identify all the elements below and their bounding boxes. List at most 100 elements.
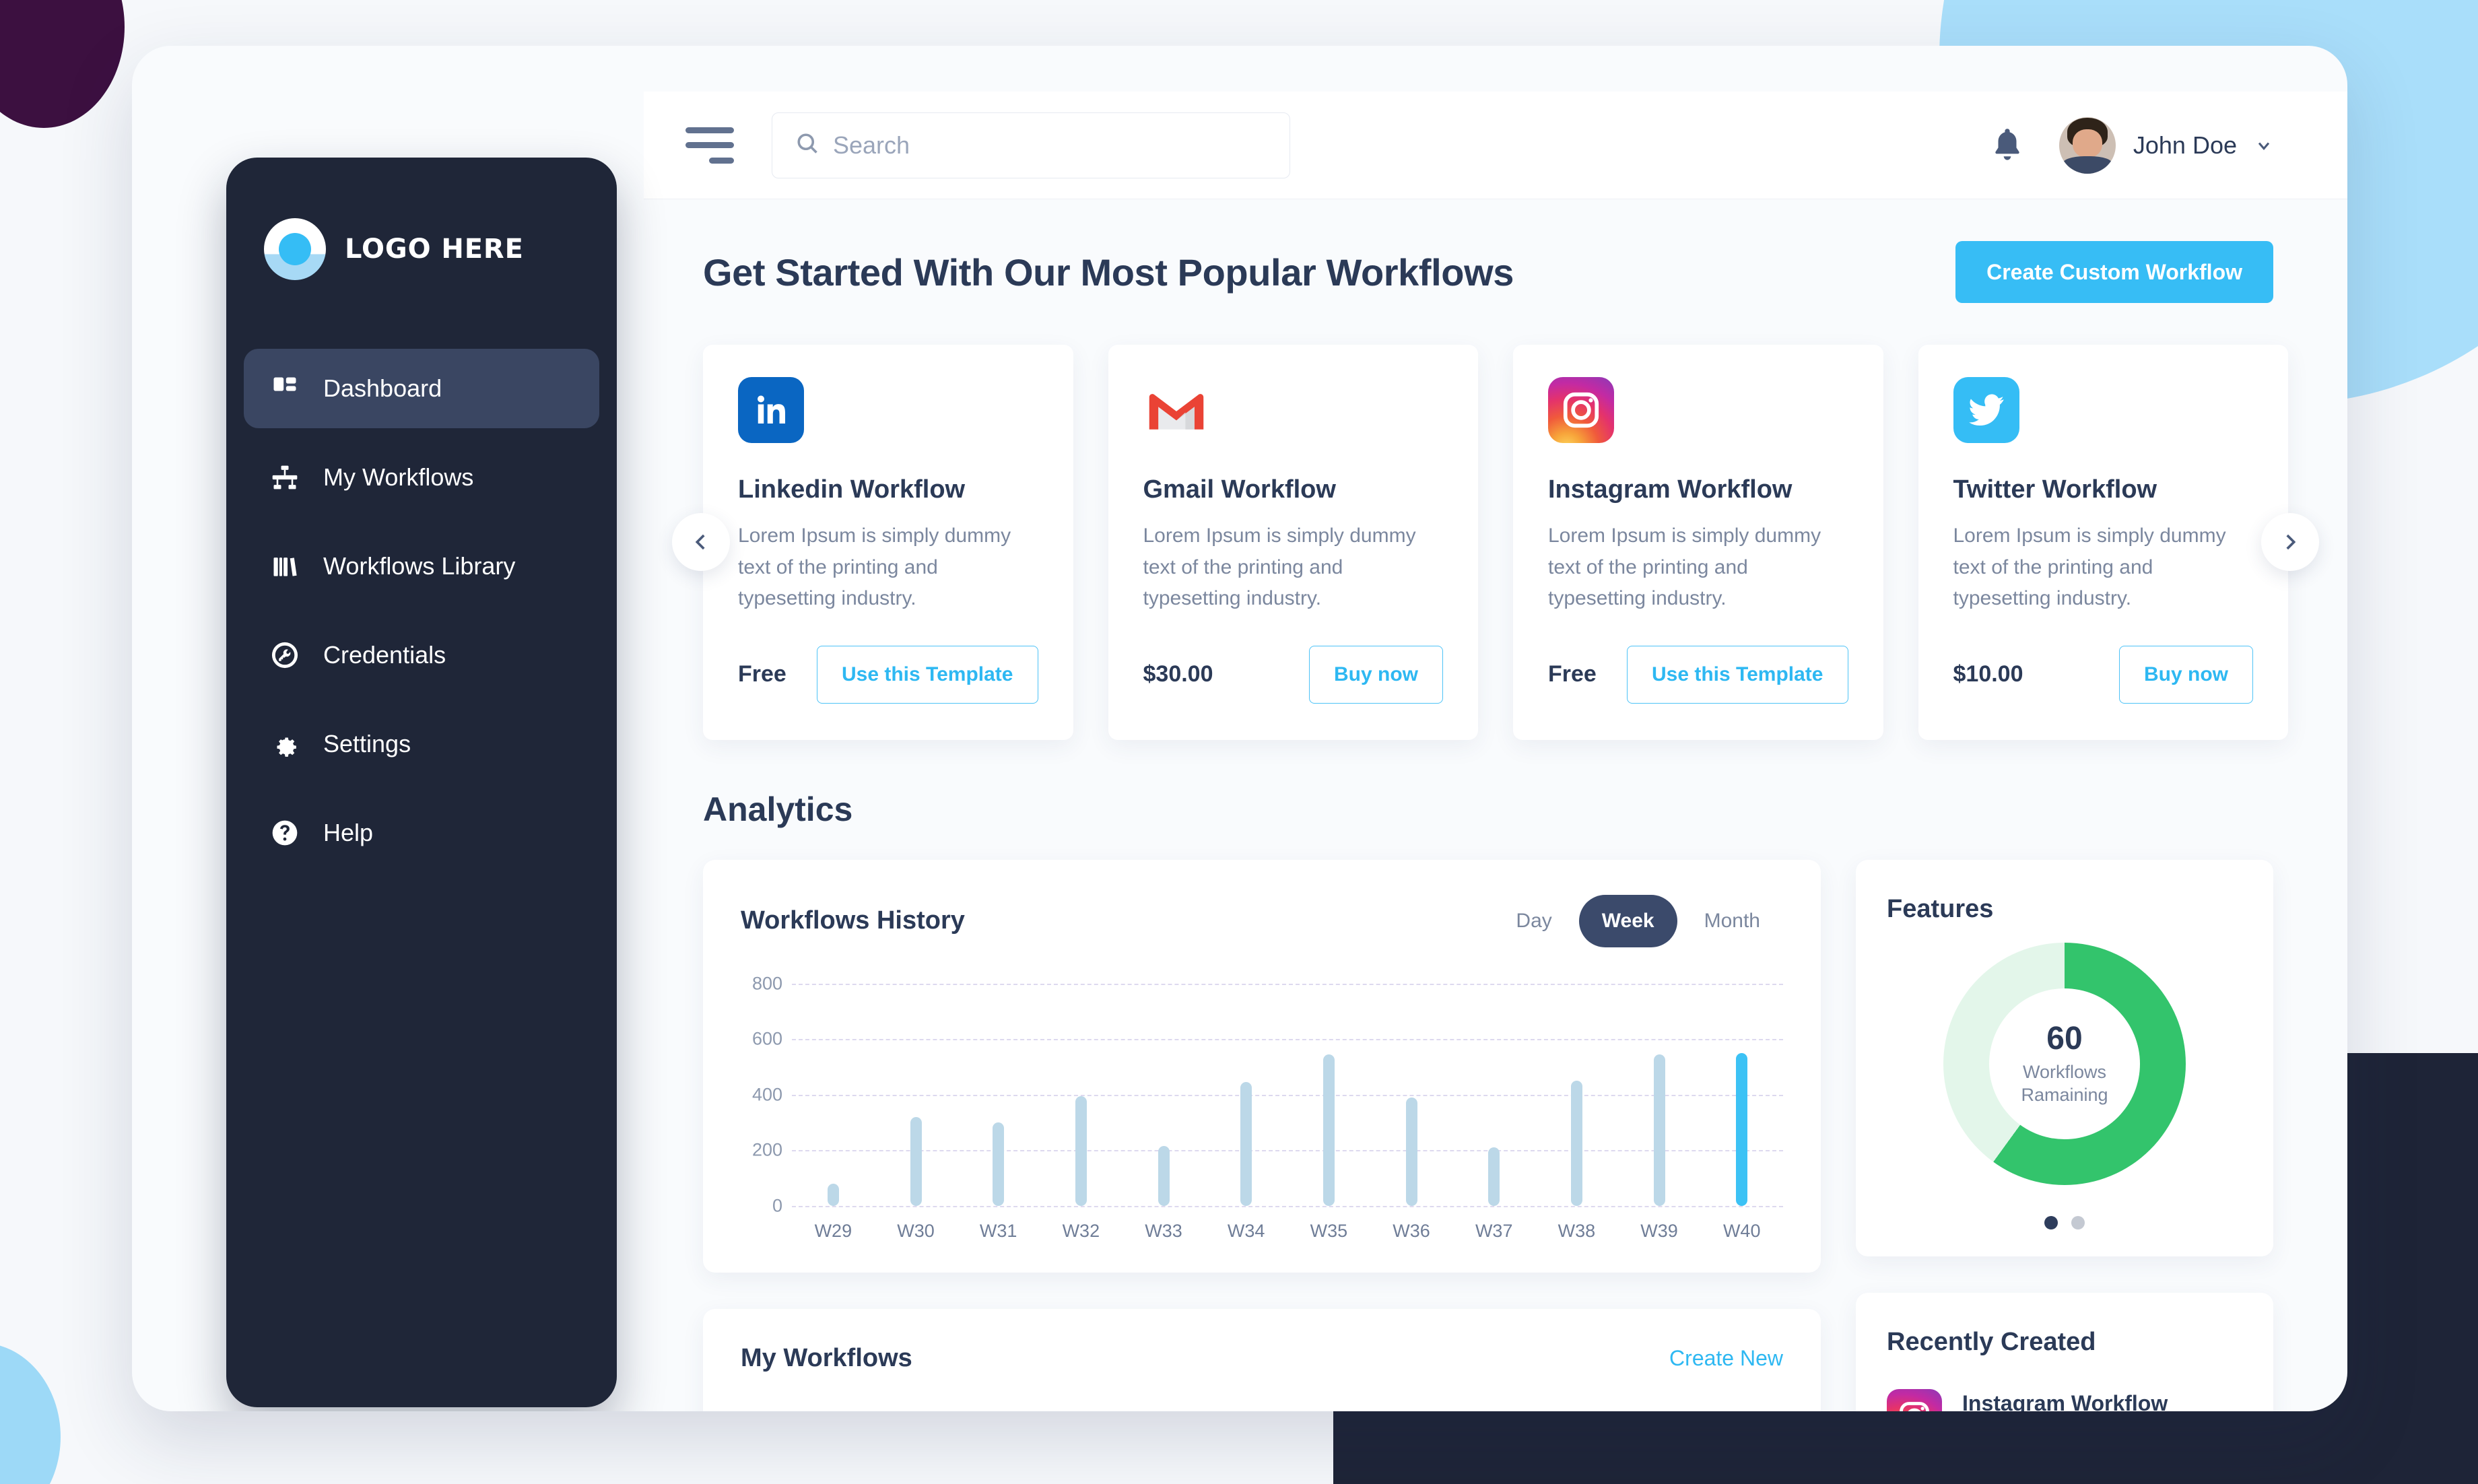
donut-value: 60 [2046, 1021, 2083, 1057]
workflow-card[interactable]: Twitter Workflow Lorem Ipsum is simply d… [1918, 345, 2288, 740]
bar[interactable] [1653, 1054, 1665, 1206]
bar[interactable] [993, 1122, 1005, 1206]
carousel-dot[interactable] [2044, 1215, 2058, 1229]
bar-slot [1205, 984, 1287, 1206]
workflow-card-title: Gmail Workflow [1143, 475, 1336, 504]
carousel-dots [1887, 1215, 2242, 1229]
chevron-down-icon[interactable] [2254, 136, 2273, 155]
question-circle-icon [269, 817, 300, 848]
carousel-dot[interactable] [2071, 1215, 2085, 1229]
donut-chart: 60 Workflows Ramaining [1943, 942, 2186, 1185]
x-tick-label: W40 [1722, 1220, 1761, 1241]
brand-name: LOGO HERE [345, 234, 524, 265]
sidebar-item-workflows-library[interactable]: Workflows Library [244, 527, 599, 606]
bar-slot [1040, 984, 1123, 1206]
bar-slot [1123, 984, 1205, 1206]
workflow-card-title: Linkedin Workflow [738, 475, 966, 504]
range-option-day[interactable]: Day [1493, 895, 1574, 947]
y-tick-label: 400 [751, 1084, 782, 1104]
bar-slot [1618, 984, 1701, 1206]
x-tick-label: W29 [814, 1220, 852, 1241]
sidebar-item-help[interactable]: Help [244, 793, 599, 873]
create-custom-workflow-button[interactable]: Create Custom Workflow [1955, 241, 2273, 303]
workflow-card-list: Linkedin Workflow Lorem Ipsum is simply … [703, 345, 2288, 740]
carousel-next-button[interactable] [2261, 513, 2319, 572]
workflow-card[interactable]: Gmail Workflow Lorem Ipsum is simply dum… [1108, 345, 1478, 740]
carousel-prev-button[interactable] [672, 513, 730, 572]
bar[interactable] [1158, 1145, 1170, 1206]
twitter-icon [1953, 377, 2019, 443]
list-item-title: Instagram Workflow [1962, 1390, 2168, 1412]
gridline [792, 1205, 1783, 1207]
workflow-card-cta[interactable]: Use this Template [1626, 645, 1848, 704]
sidebar-item-my-workflows[interactable]: My Workflows [244, 438, 599, 517]
dashboard-icon [269, 373, 300, 404]
range-option-week[interactable]: Week [1578, 894, 1677, 947]
bar[interactable] [1240, 1081, 1252, 1206]
donut-caption-line2: Ramaining [2021, 1085, 2108, 1105]
x-tick-label: W32 [1062, 1220, 1100, 1241]
avatar [2058, 116, 2116, 174]
sidebar-item-settings[interactable]: Settings [244, 704, 599, 784]
recently-created-panel: Recently Created Instagram Workflow Lore… [1856, 1292, 2273, 1412]
screen: John Doe Get Started With Our Most Popul… [0, 0, 2478, 1484]
my-workflows-panel: My Workflows Create New ID [703, 1308, 1821, 1411]
bar-slot [1370, 984, 1453, 1206]
workflow-card-price: Free [738, 661, 786, 687]
sidebar: LOGO HERE Dashboard My Workflows Workflo… [226, 158, 617, 1407]
bar-slot [792, 984, 875, 1206]
sidebar-item-label: Workflows Library [323, 552, 516, 580]
donut-caption-line1: Workflows [2022, 1062, 2106, 1083]
workflow-carousel: Linkedin Workflow Lorem Ipsum is simply … [644, 345, 2347, 740]
bar[interactable] [1570, 1080, 1582, 1206]
workflow-card[interactable]: Linkedin Workflow Lorem Ipsum is simply … [703, 345, 1073, 740]
bar-slot [875, 984, 958, 1206]
workflow-card-cta[interactable]: Use this Template [816, 645, 1038, 704]
donut-caption: Workflows Ramaining [2021, 1061, 2108, 1107]
gear-icon [269, 729, 300, 760]
bar[interactable] [1075, 1095, 1087, 1206]
page-title: Get Started With Our Most Popular Workfl… [703, 250, 1514, 294]
search-input[interactable] [833, 131, 1267, 160]
analytics-left-column: Workflows History Day Week Month 0 200 400… [703, 859, 1821, 1411]
analytics-grid: Workflows History Day Week Month 0 200 400… [644, 829, 2347, 1412]
sitemap-icon [269, 462, 300, 493]
analytics-title: Analytics [703, 790, 853, 828]
search-icon [795, 131, 819, 159]
features-panel: Features 60 Workflows Ramaining [1856, 859, 2273, 1256]
instagram-icon [1548, 377, 1614, 443]
books-icon [269, 551, 300, 582]
y-tick-label: 800 [751, 973, 782, 993]
donut-center: 60 Workflows Ramaining [1989, 988, 2140, 1139]
sidebar-item-label: Credentials [323, 641, 446, 669]
search-field[interactable] [772, 112, 1290, 178]
workflow-card-cta[interactable]: Buy now [2119, 645, 2253, 704]
create-new-link[interactable]: Create New [1669, 1346, 1783, 1371]
bar[interactable] [910, 1116, 922, 1206]
main-content: Get Started With Our Most Popular Workfl… [644, 199, 2347, 1411]
bar[interactable] [1488, 1147, 1500, 1206]
bar-slot [957, 984, 1040, 1206]
workflow-card[interactable]: Instagram Workflow Lorem Ipsum is simply… [1513, 345, 1883, 740]
decor-blob-purple [0, 0, 125, 128]
bar[interactable] [1405, 1097, 1417, 1206]
x-tick-label: W35 [1310, 1220, 1348, 1241]
workflow-card-desc: Lorem Ipsum is simply dummy text of the … [1953, 525, 2226, 609]
bar[interactable] [1736, 1052, 1748, 1206]
hamburger-icon[interactable] [685, 127, 734, 164]
list-item[interactable]: Instagram Workflow Lorem Ipsum is simply… [1887, 1388, 2242, 1412]
sidebar-nav: Dashboard My Workflows Workflows Library [226, 349, 617, 873]
sidebar-item-credentials[interactable]: Credentials [244, 615, 599, 695]
user-menu[interactable]: John Doe [2058, 116, 2273, 174]
bar[interactable] [827, 1183, 839, 1206]
bar[interactable] [1322, 1054, 1335, 1206]
topbar-actions: John Doe [1989, 116, 2273, 174]
range-toggle: Day Week Month [1493, 894, 1783, 947]
y-tick-label: 600 [751, 1028, 782, 1049]
linkedin-icon [738, 377, 804, 443]
sidebar-item-dashboard[interactable]: Dashboard [244, 349, 599, 428]
sidebar-item-label: Help [323, 819, 374, 846]
bell-icon[interactable] [1989, 125, 2025, 166]
workflow-card-cta[interactable]: Buy now [1309, 645, 1443, 704]
range-option-month[interactable]: Month [1681, 895, 1783, 947]
